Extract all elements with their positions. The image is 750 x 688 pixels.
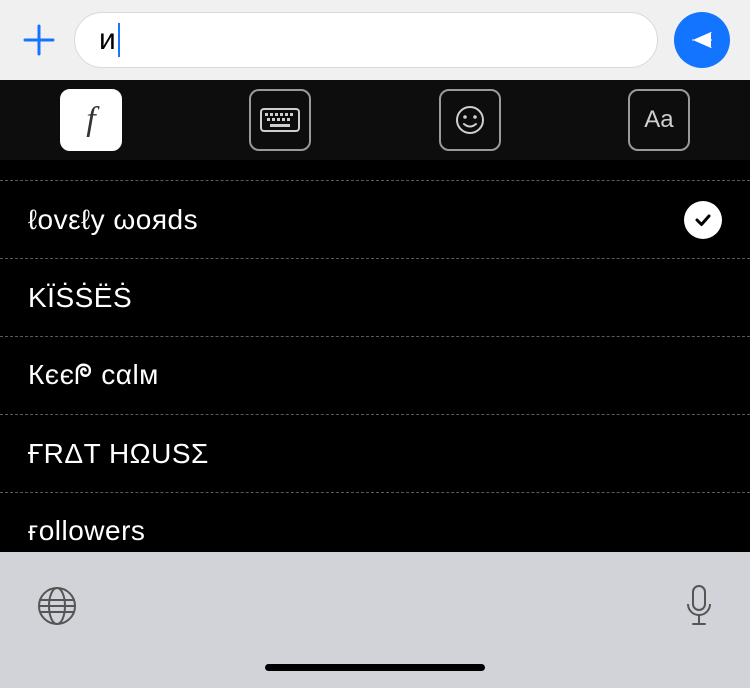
- globe-icon: [36, 585, 78, 627]
- home-indicator-area: [0, 664, 750, 688]
- check-icon: [693, 210, 713, 230]
- add-button[interactable]: [20, 21, 58, 59]
- message-input[interactable]: и: [74, 12, 658, 68]
- font-option-label: ℓovεℓy ωoяds: [28, 204, 198, 236]
- font-option[interactable]: Кєєᖘ cαlм: [0, 336, 750, 414]
- keyboard-tabs: f Aa: [0, 80, 750, 160]
- font-option-label: ҒRΔT HΩUSΣ: [28, 438, 209, 470]
- mic-icon: [684, 584, 714, 628]
- globe-button[interactable]: [36, 585, 78, 632]
- font-option-label: ғollowers: [28, 515, 145, 547]
- message-input-text: и: [99, 23, 120, 57]
- plus-icon: [22, 23, 56, 57]
- compose-bar: и: [0, 0, 750, 80]
- tab-font-style[interactable]: f: [60, 89, 122, 151]
- font-option[interactable]: ℓovεℓy ωoяds: [0, 180, 750, 258]
- font-option-label: Кєєᖘ cαlм: [28, 359, 159, 392]
- dictation-button[interactable]: [684, 584, 714, 633]
- font-option[interactable]: ҒRΔT HΩUSΣ: [0, 414, 750, 492]
- selected-check: [684, 201, 722, 239]
- send-icon: [689, 27, 715, 53]
- tab-text-case[interactable]: Aa: [628, 89, 690, 151]
- send-button[interactable]: [674, 12, 730, 68]
- aa-icon: Aa: [644, 106, 673, 134]
- font-style-list: ℓovεℓy ωoяds KÏṠṠЁṠ Кєєᖘ cαlм ҒRΔT HΩUSΣ…: [0, 160, 750, 552]
- tab-emoji[interactable]: [439, 89, 501, 151]
- font-option[interactable]: KÏṠṠЁṠ: [0, 258, 750, 336]
- keyboard-toolbar: [0, 552, 750, 688]
- home-indicator[interactable]: [265, 664, 485, 671]
- font-style-icon: f: [86, 101, 95, 139]
- tab-keyboard[interactable]: [249, 89, 311, 151]
- smiley-icon: [454, 104, 486, 136]
- keyboard-icon: [260, 108, 300, 132]
- font-option[interactable]: ғollowers: [0, 492, 750, 552]
- font-option-label: KÏṠṠЁṠ: [28, 282, 132, 314]
